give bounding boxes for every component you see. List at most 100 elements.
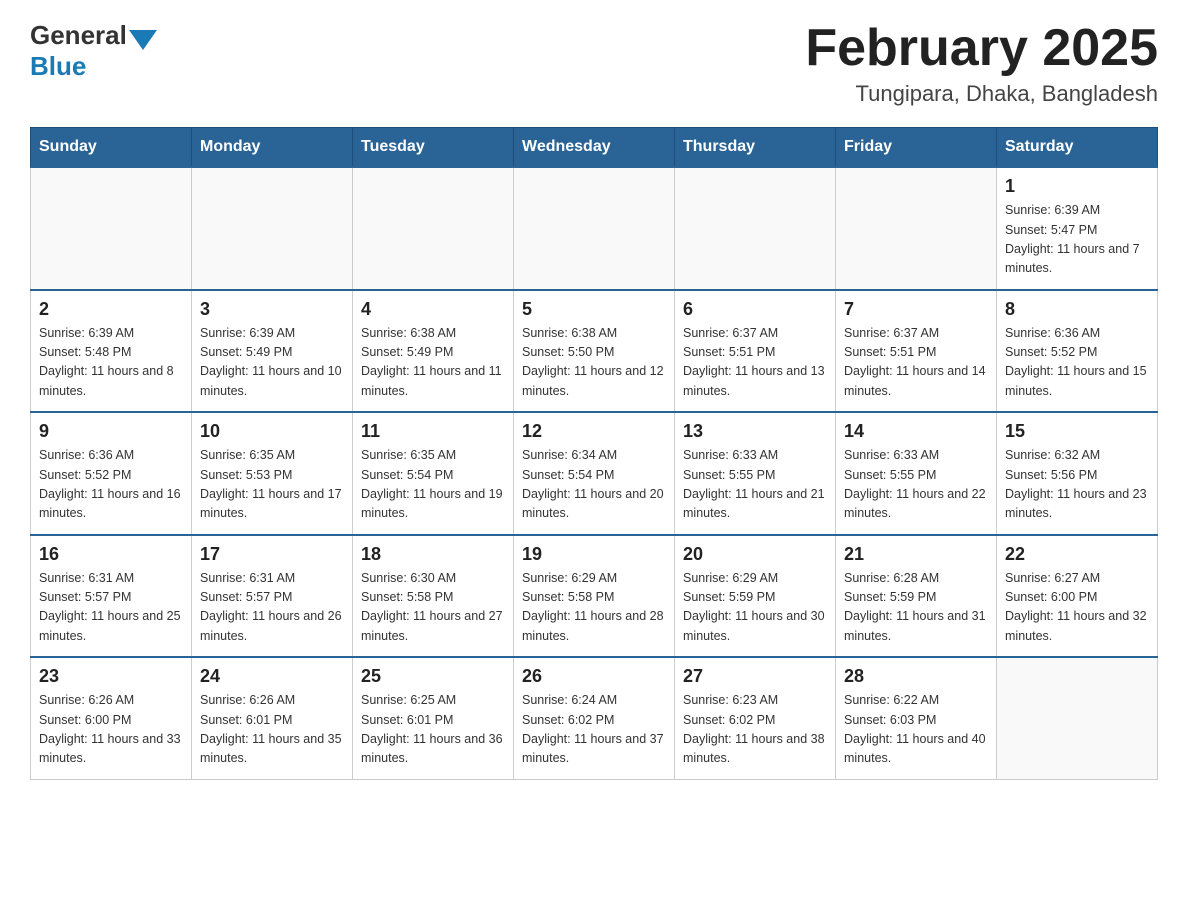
calendar-cell: 19 Sunrise: 6:29 AMSunset: 5:58 PMDayligh…: [514, 535, 675, 658]
calendar-cell: 10 Sunrise: 6:35 AMSunset: 5:53 PMDayligh…: [192, 412, 353, 535]
day-number: 28: [844, 666, 988, 687]
calendar-cell: 18Sunrise: 6:30 AMSunset: 5:58 PMDayligh…: [353, 535, 514, 658]
calendar-cell: [675, 167, 836, 290]
calendar-cell: 11 Sunrise: 6:35 AMSunset: 5:54 PMDayligh…: [353, 412, 514, 535]
day-info: Sunrise: 6:29 AMSunset: 5:59 PMDaylight:…: [683, 569, 827, 647]
day-info: Sunrise: 6:36 AMSunset: 5:52 PMDaylight:…: [39, 446, 183, 524]
calendar-cell: [997, 657, 1158, 779]
weekday-header-monday: Monday: [192, 128, 353, 168]
day-number: 16: [39, 544, 183, 565]
calendar-title: February 2025: [805, 20, 1158, 77]
calendar-cell: 17Sunrise: 6:31 AMSunset: 5:57 PMDayligh…: [192, 535, 353, 658]
page-header: General Blue February 2025 Tungipara, Dh…: [30, 20, 1158, 107]
calendar-cell: 28 Sunrise: 6:22 AMSunset: 6:03 PMDayligh…: [836, 657, 997, 779]
day-number: 11: [361, 421, 505, 442]
calendar-cell: 7 Sunrise: 6:37 AMSunset: 5:51 PMDaylight…: [836, 290, 997, 413]
calendar-cell: [192, 167, 353, 290]
day-number: 10: [200, 421, 344, 442]
day-number: 25: [361, 666, 505, 687]
calendar-cell: 26 Sunrise: 6:24 AMSunset: 6:02 PMDayligh…: [514, 657, 675, 779]
calendar-cell: [514, 167, 675, 290]
day-info: Sunrise: 6:35 AMSunset: 5:53 PMDaylight:…: [200, 446, 344, 524]
day-number: 2: [39, 299, 183, 320]
day-number: 19: [522, 544, 666, 565]
calendar-cell: 1 Sunrise: 6:39 AMSunset: 5:47 PMDaylight…: [997, 167, 1158, 290]
calendar-cell: [31, 167, 192, 290]
calendar-cell: 3 Sunrise: 6:39 AMSunset: 5:49 PMDaylight…: [192, 290, 353, 413]
day-info: Sunrise: 6:33 AMSunset: 5:55 PMDaylight:…: [683, 446, 827, 524]
location-text: Tungipara, Dhaka, Bangladesh: [805, 81, 1158, 107]
logo-triangle-icon: [129, 30, 157, 50]
week-row-3: 9 Sunrise: 6:36 AMSunset: 5:52 PMDaylight…: [31, 412, 1158, 535]
day-number: 8: [1005, 299, 1149, 320]
weekday-header-tuesday: Tuesday: [353, 128, 514, 168]
weekday-header-sunday: Sunday: [31, 128, 192, 168]
day-number: 3: [200, 299, 344, 320]
day-number: 23: [39, 666, 183, 687]
day-number: 1: [1005, 176, 1149, 197]
calendar-cell: 23 Sunrise: 6:26 AMSunset: 6:00 PMDayligh…: [31, 657, 192, 779]
day-info: Sunrise: 6:39 AMSunset: 5:47 PMDaylight:…: [1005, 201, 1149, 279]
day-number: 27: [683, 666, 827, 687]
day-number: 24: [200, 666, 344, 687]
day-info: Sunrise: 6:34 AMSunset: 5:54 PMDaylight:…: [522, 446, 666, 524]
day-number: 5: [522, 299, 666, 320]
weekday-header-friday: Friday: [836, 128, 997, 168]
day-number: 6: [683, 299, 827, 320]
day-info: Sunrise: 6:28 AMSunset: 5:59 PMDaylight:…: [844, 569, 988, 647]
calendar-cell: 8 Sunrise: 6:36 AMSunset: 5:52 PMDaylight…: [997, 290, 1158, 413]
day-number: 9: [39, 421, 183, 442]
calendar-cell: 16 Sunrise: 6:31 AMSunset: 5:57 PMDayligh…: [31, 535, 192, 658]
day-info: Sunrise: 6:35 AMSunset: 5:54 PMDaylight:…: [361, 446, 505, 524]
week-row-2: 2 Sunrise: 6:39 AMSunset: 5:48 PMDaylight…: [31, 290, 1158, 413]
day-info: Sunrise: 6:37 AMSunset: 5:51 PMDaylight:…: [683, 324, 827, 402]
day-info: Sunrise: 6:23 AMSunset: 6:02 PMDaylight:…: [683, 691, 827, 769]
day-info: Sunrise: 6:24 AMSunset: 6:02 PMDaylight:…: [522, 691, 666, 769]
calendar-cell: 21 Sunrise: 6:28 AMSunset: 5:59 PMDayligh…: [836, 535, 997, 658]
calendar-cell: 9 Sunrise: 6:36 AMSunset: 5:52 PMDaylight…: [31, 412, 192, 535]
day-info: Sunrise: 6:36 AMSunset: 5:52 PMDaylight:…: [1005, 324, 1149, 402]
calendar-cell: [353, 167, 514, 290]
week-row-1: 1 Sunrise: 6:39 AMSunset: 5:47 PMDaylight…: [31, 167, 1158, 290]
weekday-header-saturday: Saturday: [997, 128, 1158, 168]
logo-blue-text: Blue: [30, 51, 86, 81]
title-section: February 2025 Tungipara, Dhaka, Banglade…: [805, 20, 1158, 107]
calendar-cell: 20Sunrise: 6:29 AMSunset: 5:59 PMDayligh…: [675, 535, 836, 658]
day-info: Sunrise: 6:37 AMSunset: 5:51 PMDaylight:…: [844, 324, 988, 402]
day-number: 7: [844, 299, 988, 320]
week-row-5: 23 Sunrise: 6:26 AMSunset: 6:00 PMDayligh…: [31, 657, 1158, 779]
calendar-table: SundayMondayTuesdayWednesdayThursdayFrid…: [30, 127, 1158, 780]
logo-general-text: General: [30, 20, 127, 51]
calendar-cell: 22 Sunrise: 6:27 AMSunset: 6:00 PMDayligh…: [997, 535, 1158, 658]
day-info: Sunrise: 6:33 AMSunset: 5:55 PMDaylight:…: [844, 446, 988, 524]
calendar-cell: [836, 167, 997, 290]
day-info: Sunrise: 6:25 AMSunset: 6:01 PMDaylight:…: [361, 691, 505, 769]
calendar-cell: 13 Sunrise: 6:33 AMSunset: 5:55 PMDayligh…: [675, 412, 836, 535]
calendar-cell: 6 Sunrise: 6:37 AMSunset: 5:51 PMDaylight…: [675, 290, 836, 413]
day-number: 14: [844, 421, 988, 442]
day-info: Sunrise: 6:30 AMSunset: 5:58 PMDaylight:…: [361, 569, 505, 647]
calendar-cell: 25 Sunrise: 6:25 AMSunset: 6:01 PMDayligh…: [353, 657, 514, 779]
day-number: 22: [1005, 544, 1149, 565]
day-number: 12: [522, 421, 666, 442]
day-info: Sunrise: 6:26 AMSunset: 6:00 PMDaylight:…: [39, 691, 183, 769]
day-number: 26: [522, 666, 666, 687]
calendar-cell: 2 Sunrise: 6:39 AMSunset: 5:48 PMDaylight…: [31, 290, 192, 413]
day-info: Sunrise: 6:39 AMSunset: 5:48 PMDaylight:…: [39, 324, 183, 402]
calendar-cell: 12 Sunrise: 6:34 AMSunset: 5:54 PMDayligh…: [514, 412, 675, 535]
weekday-header-thursday: Thursday: [675, 128, 836, 168]
weekday-header-wednesday: Wednesday: [514, 128, 675, 168]
week-row-4: 16 Sunrise: 6:31 AMSunset: 5:57 PMDayligh…: [31, 535, 1158, 658]
day-info: Sunrise: 6:31 AMSunset: 5:57 PMDaylight:…: [200, 569, 344, 647]
day-info: Sunrise: 6:31 AMSunset: 5:57 PMDaylight:…: [39, 569, 183, 647]
day-number: 13: [683, 421, 827, 442]
day-info: Sunrise: 6:29 AMSunset: 5:58 PMDaylight:…: [522, 569, 666, 647]
day-info: Sunrise: 6:22 AMSunset: 6:03 PMDaylight:…: [844, 691, 988, 769]
calendar-cell: 5Sunrise: 6:38 AMSunset: 5:50 PMDaylight…: [514, 290, 675, 413]
calendar-cell: 15Sunrise: 6:32 AMSunset: 5:56 PMDayligh…: [997, 412, 1158, 535]
weekday-header-row: SundayMondayTuesdayWednesdayThursdayFrid…: [31, 128, 1158, 168]
day-info: Sunrise: 6:27 AMSunset: 6:00 PMDaylight:…: [1005, 569, 1149, 647]
day-info: Sunrise: 6:39 AMSunset: 5:49 PMDaylight:…: [200, 324, 344, 402]
calendar-cell: 14 Sunrise: 6:33 AMSunset: 5:55 PMDayligh…: [836, 412, 997, 535]
day-number: 21: [844, 544, 988, 565]
